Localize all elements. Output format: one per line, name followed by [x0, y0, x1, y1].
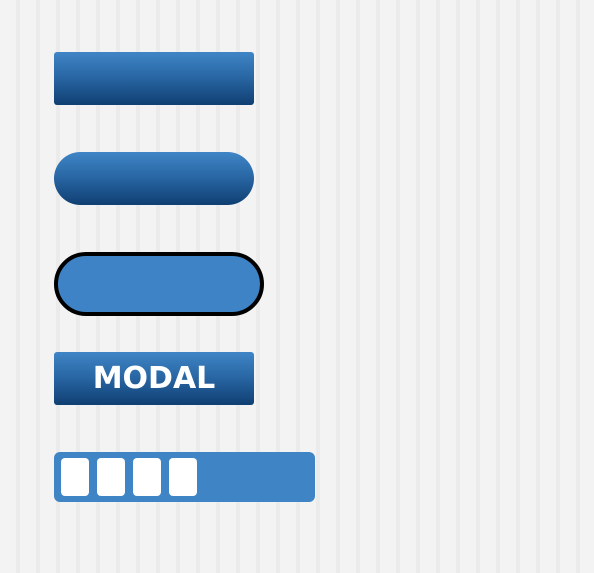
pill-button[interactable]: [54, 152, 254, 205]
progress-block: [61, 458, 89, 496]
progress-block: [97, 458, 125, 496]
progress-block: [133, 458, 161, 496]
outline-pill-button[interactable]: [54, 252, 264, 316]
rect-button[interactable]: [54, 52, 254, 105]
modal-button[interactable]: MODAL: [54, 352, 254, 405]
progress-block: [169, 458, 197, 496]
progress-bar: [54, 452, 315, 502]
